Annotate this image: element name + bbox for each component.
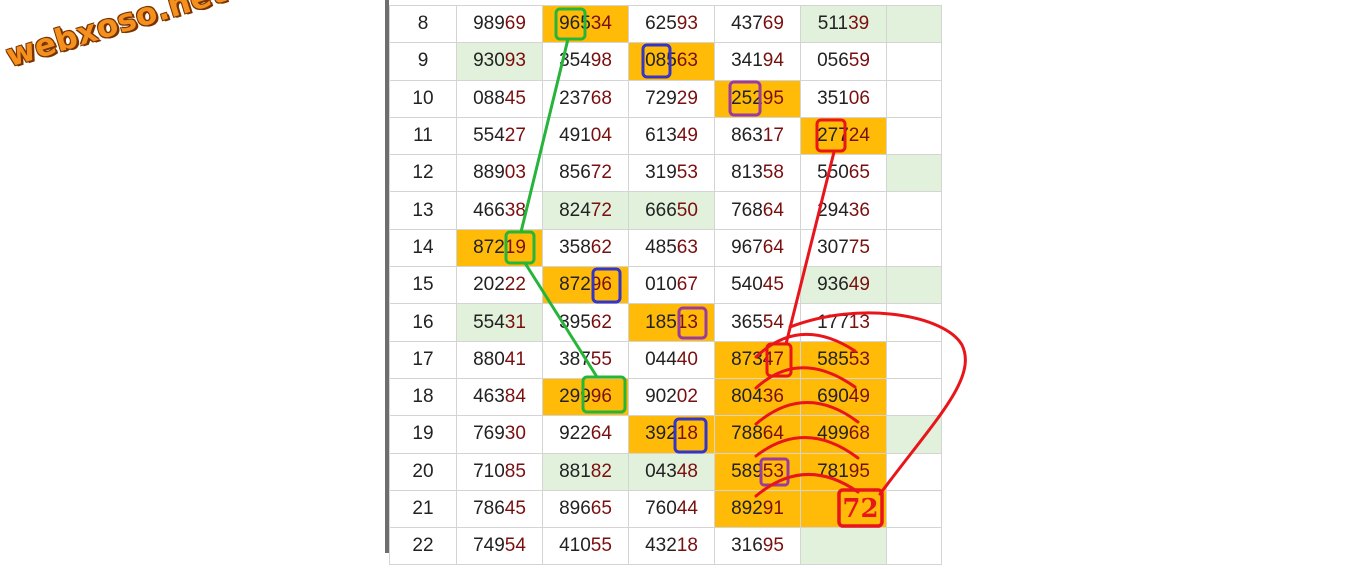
red-arc-4 [754, 436, 860, 460]
purple-box-row20 [759, 457, 790, 487]
green-box-row8 [554, 7, 587, 41]
red-arc-1 [754, 332, 857, 359]
blue-pattern-marks [591, 43, 708, 454]
green-link-line-1 [519, 37, 570, 234]
green-box-row18 [581, 375, 627, 414]
blue-box-row19 [673, 417, 708, 454]
red-arc-2 [754, 366, 857, 390]
red-box-row11 [815, 118, 847, 153]
blue-box-row9 [641, 43, 672, 79]
green-pattern-marks [504, 7, 627, 414]
blue-box-row15 [591, 267, 622, 304]
purple-pattern-marks [677, 80, 790, 487]
pattern-annotations [504, 7, 967, 528]
green-box-row14 [504, 230, 536, 265]
green-link-line-2 [523, 261, 599, 379]
purple-box-row10 [728, 80, 762, 117]
red-arc-3 [754, 401, 860, 426]
purple-box-row16 [677, 306, 708, 340]
prediction-number: 72 [842, 494, 879, 524]
